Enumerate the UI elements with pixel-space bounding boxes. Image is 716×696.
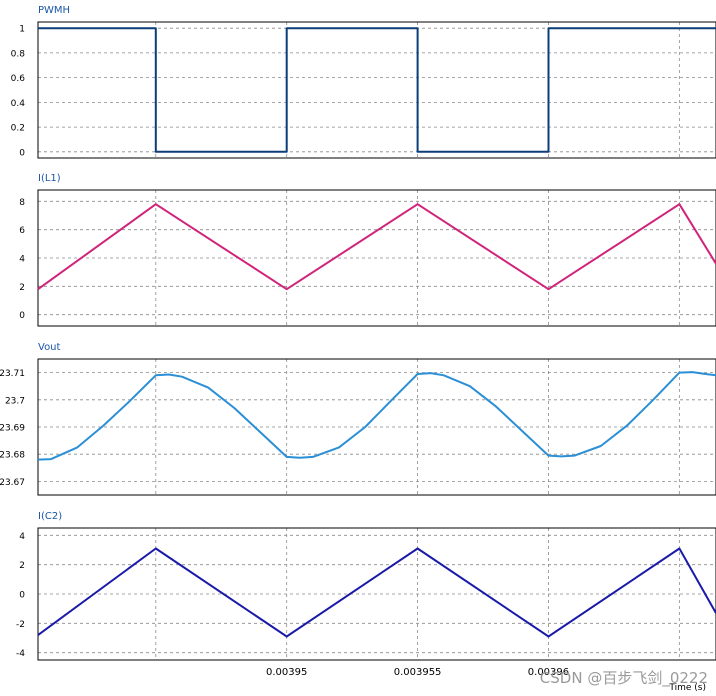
il1-ytick-label: 0 [19,311,25,321]
il1-series-line [37,203,716,291]
vout-ytick-label: 23.7 [5,396,25,406]
il1-ytick-label: 6 [19,226,25,236]
vout-ytick-label: 23.71 [0,369,25,379]
ic2-ytick-label: 2 [19,561,25,571]
pwmh-series-line [38,27,716,153]
watermark: CSDN @百步飞剑_0222 [539,669,708,687]
x-tick-label: 0.003955 [394,667,442,678]
vout-panel-title: Vout [38,342,61,353]
il1-ytick-label: 4 [19,255,25,265]
il1-ytick-label: 2 [19,283,25,293]
ic2-ytick-label: -2 [16,620,25,630]
pwmh-ytick-label: 1 [19,25,25,35]
il1-ytick-label: 8 [19,198,25,208]
x-tick-label: 0.00395 [266,667,307,678]
ic2-panel-title: I(C2) [38,511,62,522]
ic2-ytick-label: 0 [19,591,25,601]
ic2-ytick-label: 4 [19,532,25,542]
il1-panel-title: I(L1) [38,173,61,184]
vout-ytick-label: 23.68 [0,451,25,461]
pwmh-ytick-label: 0 [19,148,25,158]
pwmh-plot-frame [37,21,716,159]
pwmh-ytick-label: 0.8 [11,49,26,59]
pwmh-ytick-label: 0.6 [11,74,26,84]
pwmh-panel-title: PWMH [38,5,70,16]
vout-ytick-label: 23.69 [0,424,25,434]
pwmh-ytick-label: 0.2 [11,124,25,134]
vout-ytick-label: 23.67 [0,478,25,488]
pwmh-ytick-label: 0.4 [11,99,26,109]
vout-series-line [37,371,716,461]
chart-root: PWMH 0 0.2 0.4 0.6 0.8 1 I(L1) 0 2 4 6 8 Vout 23.67 23.… [0,5,716,693]
ic2-ytick-label: -4 [16,649,25,659]
